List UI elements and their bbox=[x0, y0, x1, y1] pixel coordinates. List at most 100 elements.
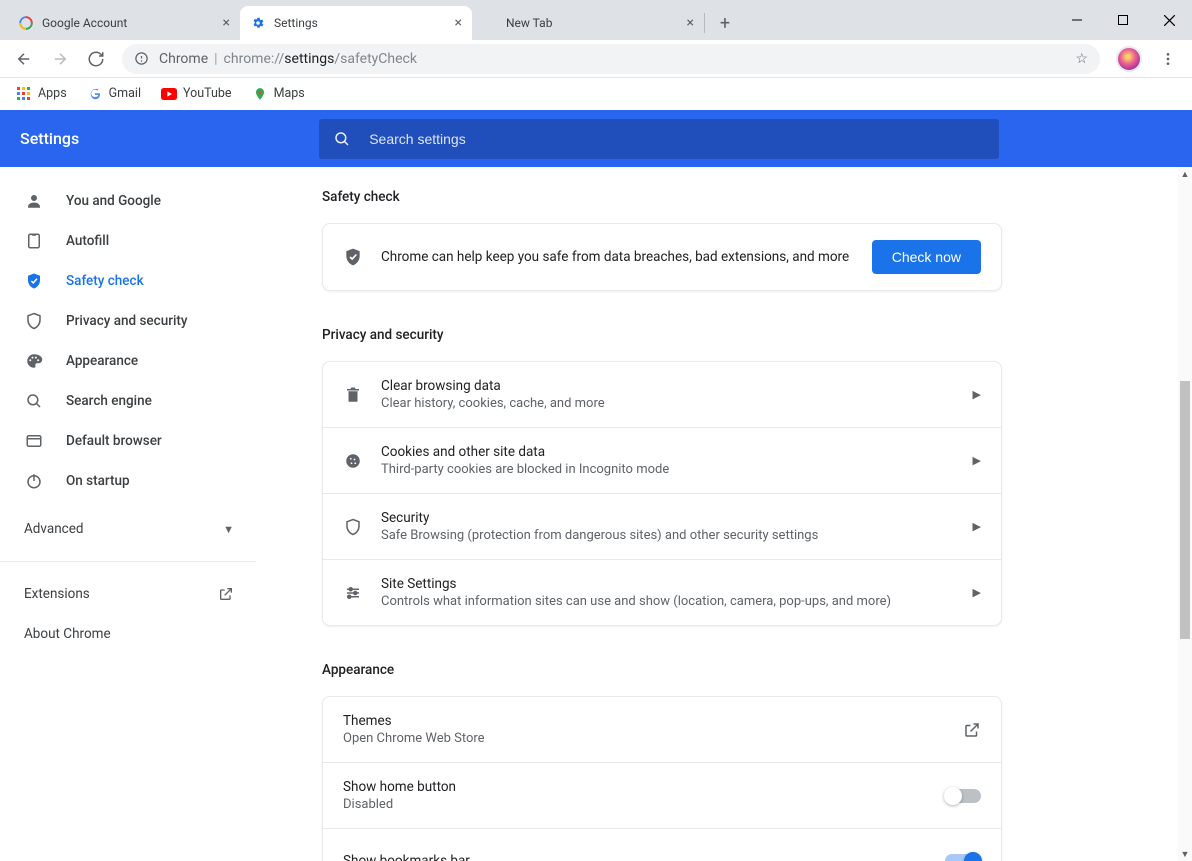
close-icon[interactable]: × bbox=[223, 15, 230, 31]
search-input[interactable] bbox=[369, 131, 985, 147]
sidebar-item-label: On startup bbox=[66, 473, 130, 489]
sidebar-item-search-engine[interactable]: Search engine bbox=[0, 381, 256, 421]
close-window-button[interactable] bbox=[1146, 0, 1192, 40]
sidebar-about-chrome[interactable]: About Chrome bbox=[0, 614, 256, 654]
profile-avatar[interactable] bbox=[1116, 46, 1142, 72]
main-content: Safety check Chrome can help keep you sa… bbox=[256, 167, 1192, 861]
sidebar-item-autofill[interactable]: Autofill bbox=[0, 221, 256, 261]
toggle-home-button[interactable] bbox=[945, 789, 981, 803]
sidebar-item-default-browser[interactable]: Default browser bbox=[0, 421, 256, 461]
tab-strip: Google Account × Settings × New Tab × + bbox=[0, 0, 739, 40]
bookmarks-bar: Apps Gmail YouTube Maps bbox=[0, 78, 1192, 110]
tab-separator bbox=[704, 13, 705, 33]
new-tab-button[interactable]: + bbox=[711, 9, 739, 37]
tab-title: New Tab bbox=[506, 16, 681, 30]
autofill-icon bbox=[24, 232, 44, 250]
browser-icon bbox=[24, 432, 44, 450]
bookmark-maps[interactable]: Maps bbox=[246, 82, 311, 106]
omnibox-separator: | bbox=[214, 51, 217, 67]
toggle-bookmarks-bar[interactable] bbox=[945, 854, 981, 861]
chevron-right-icon: ▶ bbox=[973, 388, 981, 401]
check-now-button[interactable]: Check now bbox=[872, 240, 981, 274]
sidebar-item-label: Appearance bbox=[66, 353, 138, 369]
tab-title: Google Account bbox=[42, 16, 217, 30]
row-cookies[interactable]: Cookies and other site dataThird-party c… bbox=[323, 427, 1001, 493]
cookie-icon bbox=[343, 452, 363, 470]
section-safety-check-title: Safety check bbox=[322, 189, 1002, 205]
safety-check-desc: Chrome can help keep you safe from data … bbox=[381, 249, 872, 265]
scroll-down-icon[interactable]: ▼ bbox=[1178, 847, 1192, 861]
sidebar-item-safety-check[interactable]: Safety check bbox=[0, 261, 256, 301]
bookmark-label: Apps bbox=[38, 86, 67, 101]
sidebar-item-label: Autofill bbox=[66, 233, 109, 249]
privacy-card: Clear browsing dataClear history, cookie… bbox=[322, 361, 1002, 626]
external-link-icon bbox=[963, 721, 981, 739]
bookmark-apps[interactable]: Apps bbox=[10, 82, 73, 106]
sidebar-item-you-and-google[interactable]: You and Google bbox=[0, 181, 256, 221]
person-icon bbox=[24, 192, 44, 210]
tab-title: Settings bbox=[274, 16, 449, 30]
row-show-home-button: Show home buttonDisabled bbox=[323, 762, 1001, 828]
close-icon[interactable]: × bbox=[687, 15, 694, 31]
youtube-icon bbox=[161, 86, 177, 102]
tab-settings[interactable]: Settings × bbox=[240, 6, 472, 40]
trash-icon bbox=[343, 386, 363, 404]
forward-button[interactable] bbox=[44, 43, 76, 75]
row-themes[interactable]: ThemesOpen Chrome Web Store bbox=[323, 697, 1001, 762]
chevron-right-icon: ▶ bbox=[973, 454, 981, 467]
tab-google-account[interactable]: Google Account × bbox=[8, 6, 240, 40]
section-privacy-title: Privacy and security bbox=[322, 327, 1002, 343]
address-bar[interactable]: Chrome | chrome://settings/safetyCheck ☆ bbox=[122, 44, 1100, 74]
chevron-down-icon: ▼ bbox=[223, 523, 234, 536]
sidebar-item-label: Safety check bbox=[66, 273, 144, 289]
row-security[interactable]: SecuritySafe Browsing (protection from d… bbox=[323, 493, 1001, 559]
palette-icon bbox=[24, 352, 44, 370]
shield-icon bbox=[24, 312, 44, 330]
appearance-card: ThemesOpen Chrome Web Store Show home bu… bbox=[322, 696, 1002, 861]
scroll-thumb[interactable] bbox=[1180, 381, 1190, 639]
sidebar-advanced[interactable]: Advanced▼ bbox=[0, 509, 256, 549]
tab-new-tab[interactable]: New Tab × bbox=[472, 6, 704, 40]
browser-toolbar: Chrome | chrome://settings/safetyCheck ☆ bbox=[0, 40, 1192, 78]
apps-grid-icon bbox=[16, 86, 32, 102]
safety-check-row: Chrome can help keep you safe from data … bbox=[323, 224, 1001, 290]
row-clear-browsing-data[interactable]: Clear browsing dataClear history, cookie… bbox=[323, 362, 1001, 427]
sidebar-item-label: Default browser bbox=[66, 433, 162, 449]
sidebar-item-appearance[interactable]: Appearance bbox=[0, 341, 256, 381]
reload-button[interactable] bbox=[80, 43, 112, 75]
sidebar-item-privacy-and-security[interactable]: Privacy and security bbox=[0, 301, 256, 341]
sidebar-item-on-startup[interactable]: On startup bbox=[0, 461, 256, 501]
row-site-settings[interactable]: Site SettingsControls what information s… bbox=[323, 559, 1001, 625]
sidebar-item-label: Privacy and security bbox=[66, 313, 188, 329]
bookmark-label: Gmail bbox=[109, 86, 141, 101]
chevron-right-icon: ▶ bbox=[973, 586, 981, 599]
search-icon bbox=[333, 130, 351, 148]
gear-favicon-icon bbox=[250, 15, 266, 31]
bookmark-gmail[interactable]: Gmail bbox=[81, 82, 147, 106]
titlebar: Google Account × Settings × New Tab × + bbox=[0, 0, 1192, 40]
bookmark-star-icon[interactable]: ☆ bbox=[1075, 51, 1088, 67]
scrollbar[interactable]: ▲ ▼ bbox=[1178, 167, 1192, 861]
sidebar-extensions[interactable]: Extensions bbox=[0, 574, 256, 614]
settings-body: You and Google Autofill Safety check Pri… bbox=[0, 167, 1192, 861]
shield-icon bbox=[343, 518, 363, 536]
safety-check-card: Chrome can help keep you safe from data … bbox=[322, 223, 1002, 291]
search-icon bbox=[24, 392, 44, 410]
sidebar-item-label: You and Google bbox=[66, 193, 161, 209]
external-link-icon bbox=[218, 586, 234, 602]
maps-icon bbox=[252, 86, 268, 102]
back-button[interactable] bbox=[8, 43, 40, 75]
chevron-right-icon: ▶ bbox=[973, 520, 981, 533]
sliders-icon bbox=[343, 584, 363, 602]
maximize-button[interactable] bbox=[1100, 0, 1146, 40]
minimize-button[interactable] bbox=[1054, 0, 1100, 40]
customize-menu-button[interactable] bbox=[1152, 43, 1184, 75]
search-settings[interactable] bbox=[319, 119, 999, 159]
close-icon[interactable]: × bbox=[455, 15, 462, 31]
site-info-icon[interactable] bbox=[134, 51, 149, 66]
scroll-up-icon[interactable]: ▲ bbox=[1178, 167, 1192, 181]
bookmark-youtube[interactable]: YouTube bbox=[155, 82, 238, 106]
google-favicon-icon bbox=[18, 15, 34, 31]
bookmark-label: Maps bbox=[274, 86, 305, 101]
section-appearance-title: Appearance bbox=[322, 662, 1002, 678]
